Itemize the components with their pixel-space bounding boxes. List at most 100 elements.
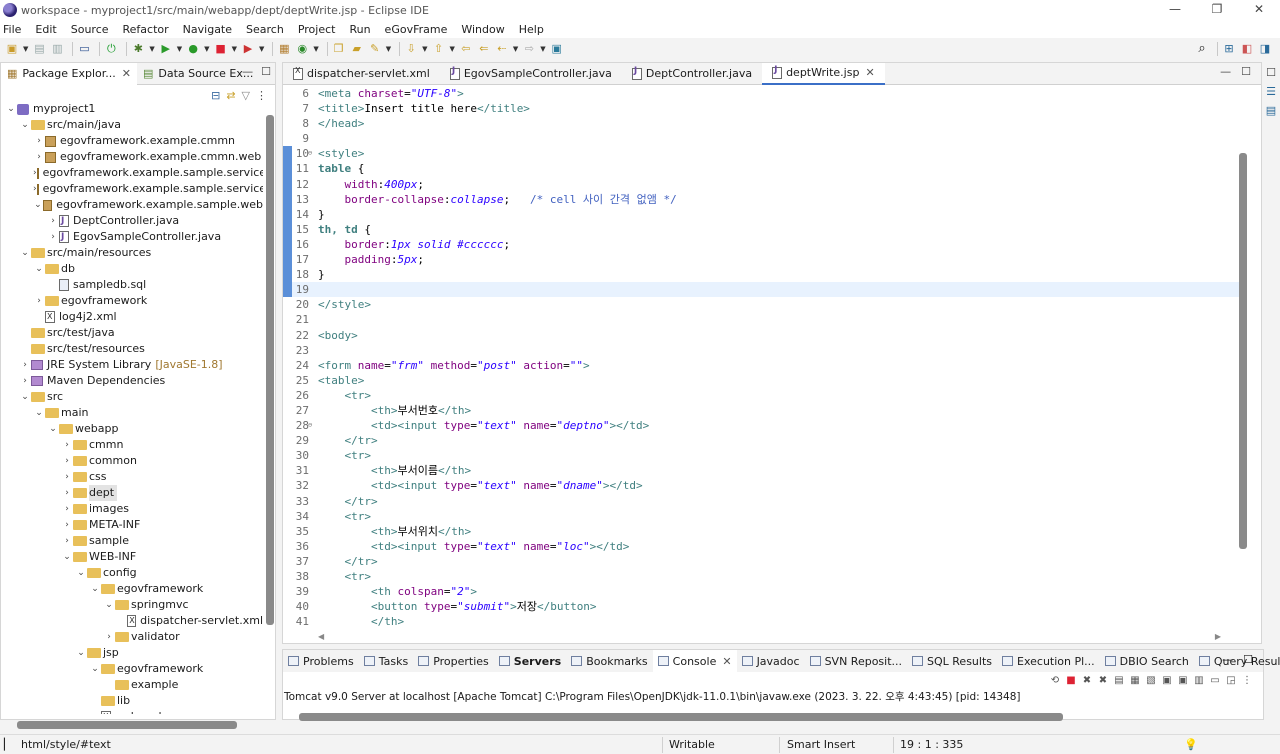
save-icon[interactable]: ▤: [32, 42, 46, 56]
tab-dept-write-jsp[interactable]: deptWrite.jsp ✕: [762, 62, 885, 85]
tab-tasks[interactable]: Tasks: [359, 650, 413, 672]
menu-refactor[interactable]: Refactor: [123, 23, 169, 36]
chevron-down-icon[interactable]: ⌄: [33, 405, 45, 421]
chevron-right-icon[interactable]: ›: [103, 629, 115, 645]
restore-button[interactable]: ❐: [1196, 0, 1238, 20]
java-ee-perspective-icon[interactable]: ◧: [1240, 42, 1254, 56]
tree-item[interactable]: › EgovSampleController.java: [1, 229, 263, 245]
menu-edit[interactable]: Edit: [35, 23, 56, 36]
maximize-view-icon[interactable]: ☐: [1241, 65, 1251, 78]
chevron-right-icon[interactable]: ›: [61, 533, 73, 549]
tab-javadoc[interactable]: Javadoc: [737, 650, 805, 672]
maximize-view-icon[interactable]: ☐: [261, 65, 271, 78]
code-line[interactable]: 18}: [283, 267, 1241, 283]
forward-icon[interactable]: ⇨: [522, 42, 536, 56]
chevron-down-icon[interactable]: ⌄: [33, 197, 43, 213]
pin-editor-icon[interactable]: ▣: [550, 42, 564, 56]
menu-search[interactable]: Search: [246, 23, 284, 36]
code-line[interactable]: 29 </tr>: [283, 433, 1241, 448]
tree-item[interactable]: › DeptController.java: [1, 213, 263, 229]
restore-view-icon[interactable]: ☐: [1266, 66, 1276, 79]
code-line[interactable]: 39 <th colspan="2">: [283, 584, 1241, 599]
code-line[interactable]: 34 <tr>: [283, 509, 1241, 524]
tab-servers[interactable]: Servers: [494, 650, 566, 672]
terminate-icon[interactable]: ■: [1065, 675, 1077, 687]
fold-icon[interactable]: ⊖: [308, 146, 312, 161]
display-console-icon[interactable]: ▭: [1209, 675, 1221, 687]
last-edit-icon[interactable]: ⇦: [459, 42, 473, 56]
chevron-right-icon[interactable]: ›: [47, 229, 59, 245]
chevron-down-icon[interactable]: ⌄: [75, 645, 87, 661]
view-menu-icon[interactable]: ⋮: [1241, 675, 1253, 687]
run-external-icon[interactable]: ●: [186, 42, 200, 56]
code-area[interactable]: 6 <meta charset="UTF-8"> 7 <title>Insert ti…: [283, 86, 1241, 630]
tree-item[interactable]: ⌄ egovframework: [1, 661, 263, 677]
tree-item[interactable]: sampledb.sql: [1, 277, 263, 293]
code-line[interactable]: 8 </head>: [283, 116, 1241, 131]
scroll-lock-icon[interactable]: ▦: [1129, 675, 1141, 687]
tree-item[interactable]: example: [1, 677, 263, 693]
stop-icon[interactable]: ■: [214, 42, 228, 56]
code-line[interactable]: 41 </th>: [283, 614, 1241, 629]
chevron-right-icon[interactable]: ›: [19, 357, 31, 373]
tree-item[interactable]: › sample: [1, 533, 263, 549]
code-line[interactable]: 14}: [283, 206, 1241, 222]
close-icon[interactable]: ✕: [122, 67, 131, 80]
fold-icon[interactable]: ⊖: [308, 418, 312, 433]
chevron-down-icon[interactable]: ⌄: [5, 101, 17, 117]
chevron-right-icon[interactable]: ›: [33, 133, 45, 149]
tab-package-explorer[interactable]: ▦ Package Explor... ✕: [1, 62, 137, 85]
tip-icon[interactable]: 💡: [1184, 738, 1198, 751]
chevron-right-icon[interactable]: ›: [47, 213, 59, 229]
tree-item[interactable]: src/test/resources: [1, 341, 263, 357]
open-folder-icon[interactable]: ▰: [350, 42, 364, 56]
tree-item[interactable]: › common: [1, 453, 263, 469]
show-on-error-icon[interactable]: ▣: [1177, 675, 1189, 687]
tree-item[interactable]: › dept: [1, 485, 263, 501]
code-line[interactable]: 7 <title>Insert title here</title>: [283, 101, 1241, 116]
code-line[interactable]: 23: [283, 343, 1241, 358]
tree-item[interactable]: ⌄ WEB-INF: [1, 549, 263, 565]
code-line[interactable]: 19: [283, 282, 1241, 298]
maximize-view-icon[interactable]: ☐: [1243, 653, 1253, 666]
tree-item[interactable]: ⌄ webapp: [1, 421, 263, 437]
tree-horizontal-scrollbar[interactable]: [17, 721, 237, 729]
open-perspective-icon[interactable]: ⊞: [1222, 42, 1236, 56]
tree-item[interactable]: › egovframework: [1, 293, 263, 309]
tab-dbio-search[interactable]: DBIO Search: [1100, 650, 1194, 672]
tree-item[interactable]: ⌄ myproject1: [1, 101, 263, 117]
close-icon[interactable]: ✕: [722, 655, 731, 668]
tree-item[interactable]: › egovframework.example.cmmn: [1, 133, 263, 149]
tab-dispatcher-servlet[interactable]: dispatcher-servlet.xml: [283, 63, 440, 85]
chevron-down-icon[interactable]: ⌄: [61, 549, 73, 565]
tree-item[interactable]: › META-INF: [1, 517, 263, 533]
code-line[interactable]: 27 <th>부서번호</th>: [283, 403, 1241, 418]
tab-svn-reposit[interactable]: SVN Reposit...: [805, 650, 907, 672]
code-line[interactable]: 24 <form name="frm" method="post" action=…: [283, 358, 1241, 373]
menu-help[interactable]: Help: [519, 23, 544, 36]
editor-vertical-scrollbar[interactable]: [1239, 153, 1247, 549]
run-server-icon[interactable]: ▶: [241, 42, 255, 56]
tree-item[interactable]: › egovframework.example.cmmn.web: [1, 149, 263, 165]
annotation-prev-icon[interactable]: ⇧: [432, 42, 446, 56]
show-on-output-icon[interactable]: ▣: [1161, 675, 1173, 687]
link-editor-icon[interactable]: ⇄: [226, 89, 235, 102]
run-icon[interactable]: ▶: [159, 42, 173, 56]
code-line[interactable]: 33 </tr>: [283, 494, 1241, 509]
code-line[interactable]: 16 border:1px solid #cccccc;: [283, 236, 1241, 253]
tab-properties[interactable]: Properties: [413, 650, 494, 672]
code-line[interactable]: 25 <table>: [283, 373, 1241, 388]
chevron-down-icon[interactable]: ⌄: [103, 597, 115, 613]
tree-item[interactable]: ⌄ egovframework.example.sample.web: [1, 197, 263, 213]
code-line[interactable]: 11 table {: [283, 161, 1241, 177]
chevron-right-icon[interactable]: ›: [33, 149, 45, 165]
code-line[interactable]: 13 border-collapse:collapse; /* cell 사이 …: [283, 191, 1241, 207]
scroll-right-icon[interactable]: ▶: [1215, 632, 1221, 641]
clear-console-icon[interactable]: ▤: [1113, 675, 1125, 687]
tab-bookmarks[interactable]: Bookmarks: [566, 650, 652, 672]
code-line[interactable]: 37 </tr>: [283, 554, 1241, 569]
chevron-right-icon[interactable]: ›: [61, 437, 73, 453]
chevron-right-icon[interactable]: ›: [61, 469, 73, 485]
collapse-all-icon[interactable]: ⊟: [211, 89, 220, 102]
word-wrap-icon[interactable]: ▧: [1145, 675, 1157, 687]
